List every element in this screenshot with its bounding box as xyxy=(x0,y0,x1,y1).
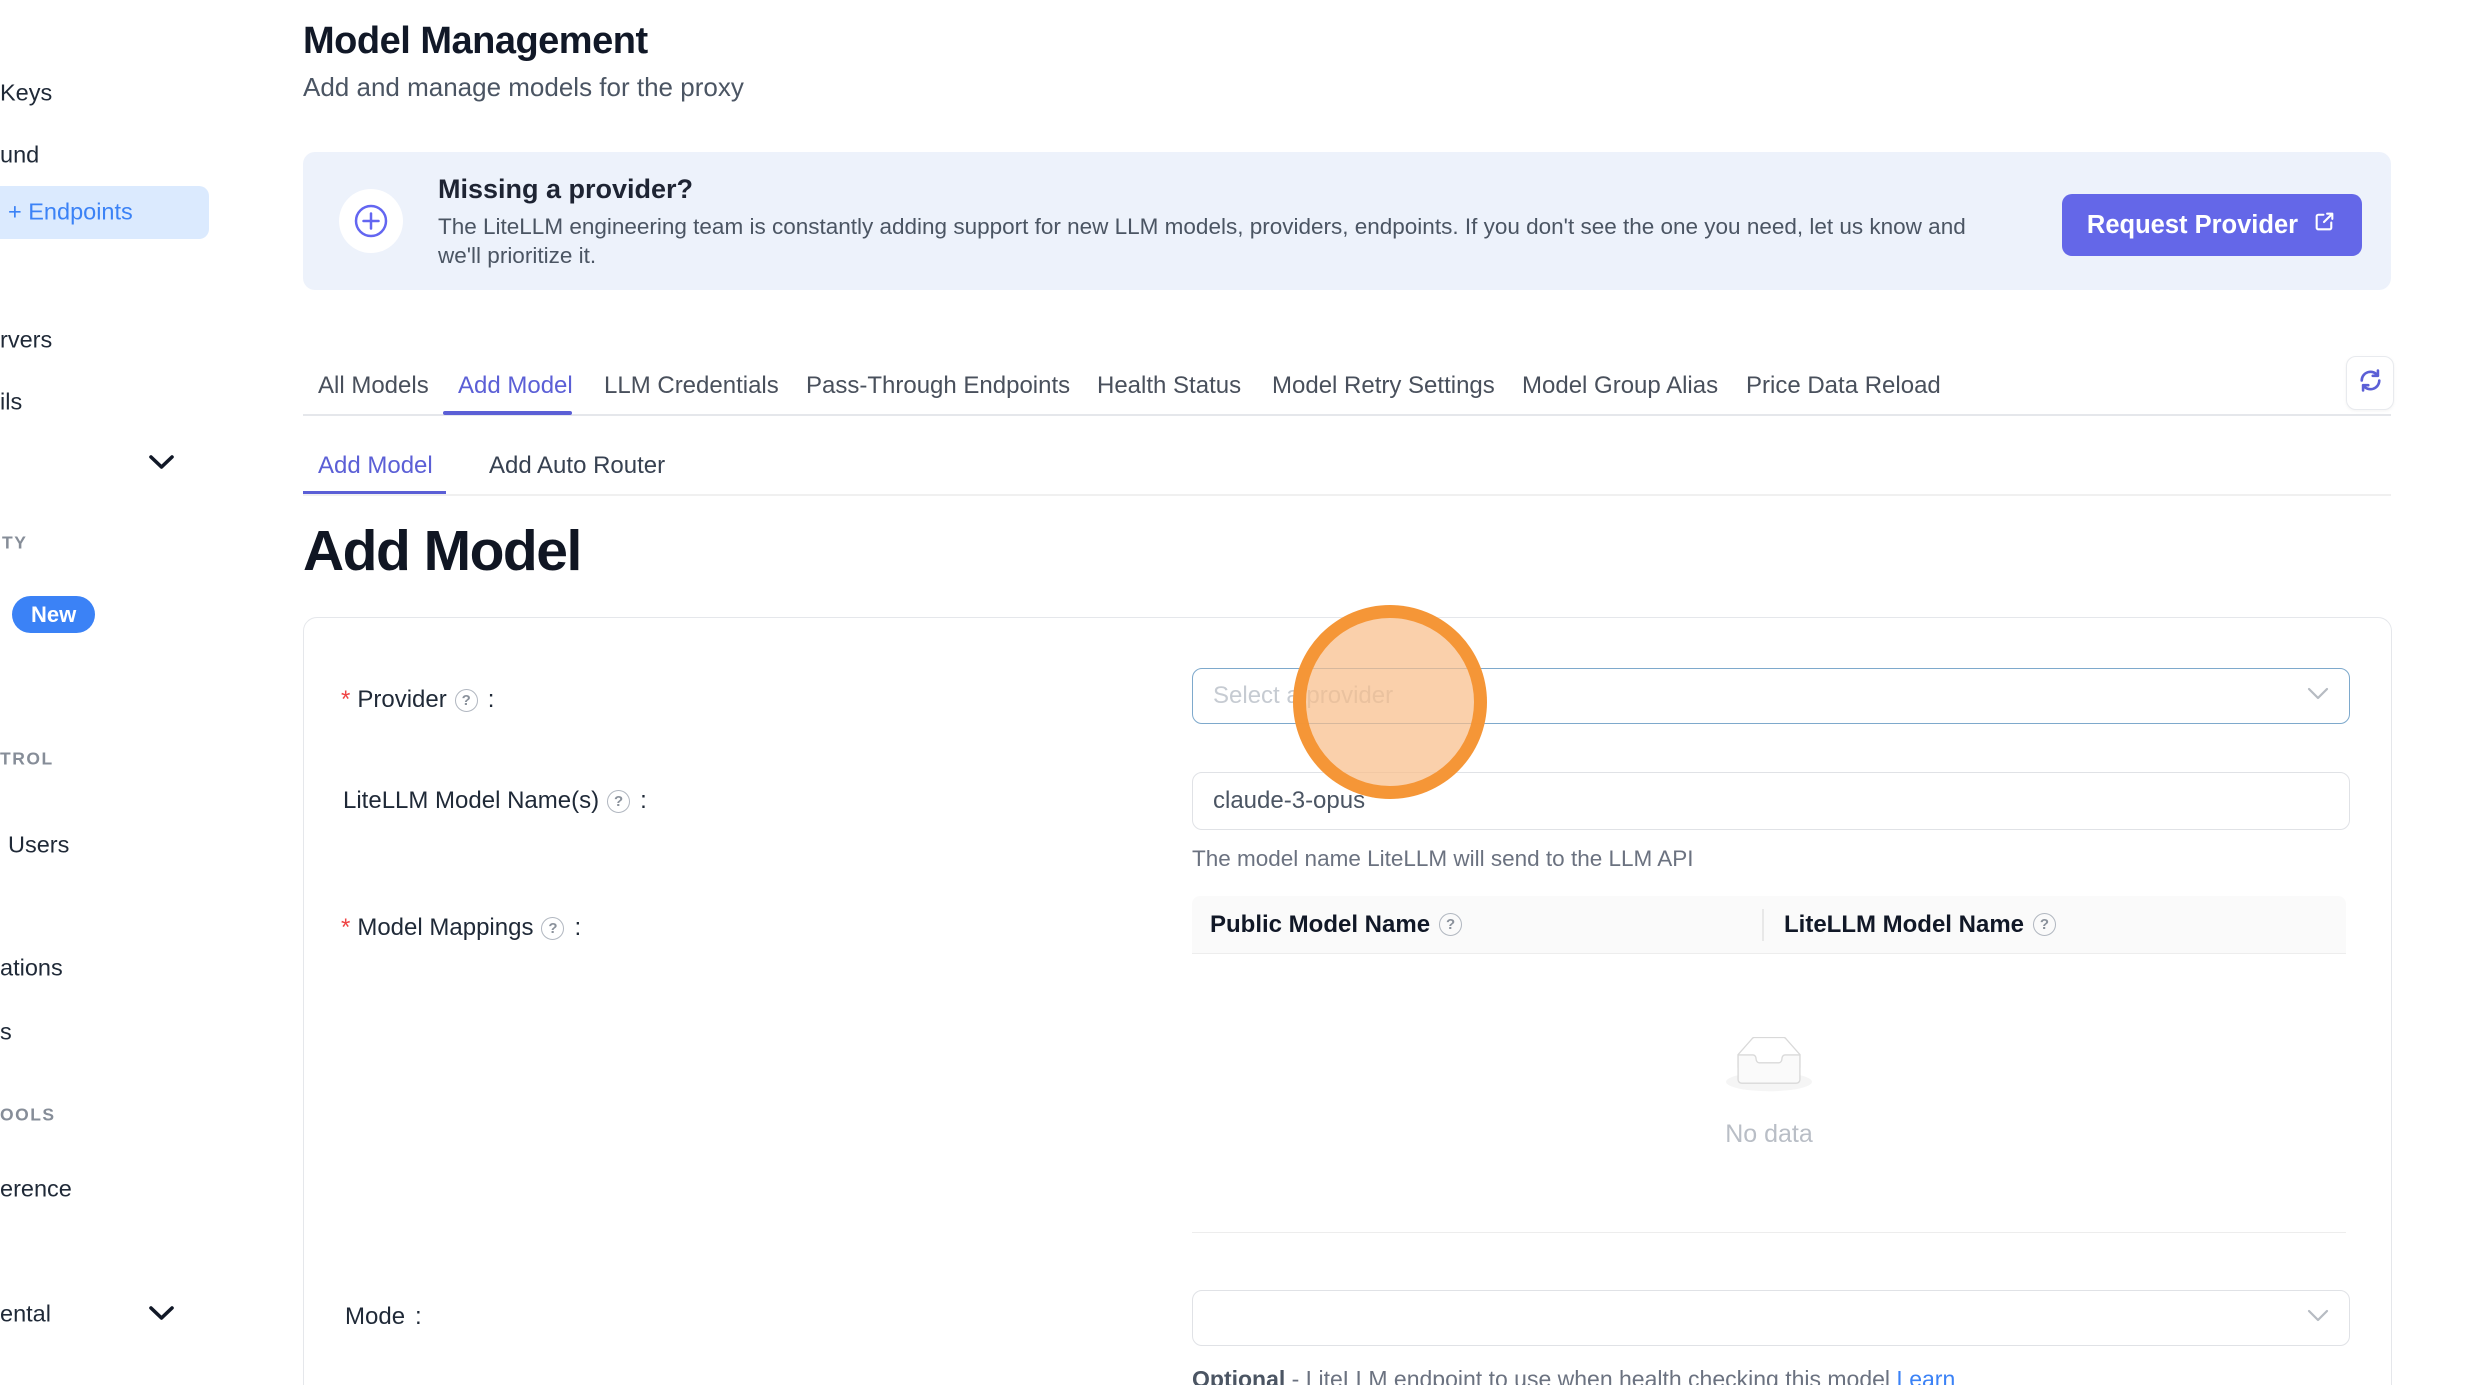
tab-all-models[interactable]: All Models xyxy=(318,372,429,400)
label-colon: : xyxy=(488,686,495,714)
missing-provider-banner: Missing a provider? The LiteLLM engineer… xyxy=(303,152,2391,290)
tab-llm-credentials[interactable]: LLM Credentials xyxy=(604,372,779,400)
chevron-down-icon xyxy=(2307,687,2329,705)
tab-health-status[interactable]: Health Status xyxy=(1097,372,1241,400)
new-badge: New xyxy=(12,596,95,633)
column-divider xyxy=(1762,909,1764,941)
learn-more-link[interactable]: Learn xyxy=(1896,1366,1955,1385)
provider-label-text: Provider xyxy=(357,686,446,714)
help-icon[interactable]: ? xyxy=(607,790,630,813)
chevron-down-icon xyxy=(2307,1309,2329,1327)
help-icon[interactable]: ? xyxy=(1439,913,1462,936)
banner-body-line2: we'll prioritize it. xyxy=(438,241,1966,270)
banner-body-line1: The LiteLLM engineering team is constant… xyxy=(438,212,1966,241)
mappings-table-header: Public Model Name ? LiteLLM Model Name ? xyxy=(1192,896,2346,954)
sidebar-section-access-control: TROL xyxy=(0,749,54,770)
model-name-helper: The model name LiteLLM will send to the … xyxy=(1192,846,1694,872)
subtab-add-auto-router[interactable]: Add Auto Router xyxy=(489,452,665,480)
sidebar-item-models-endpoints[interactable]: + Endpoints xyxy=(8,199,133,226)
model-name-input[interactable] xyxy=(1192,772,2350,830)
tab-model-group-alias[interactable]: Model Group Alias xyxy=(1522,372,1718,400)
request-provider-button[interactable]: Request Provider xyxy=(2062,194,2362,256)
subtabs-divider xyxy=(303,494,2391,496)
tab-pass-through-endpoints[interactable]: Pass-Through Endpoints xyxy=(806,372,1070,400)
tab-model-retry-settings[interactable]: Model Retry Settings xyxy=(1272,372,1495,400)
required-mark: * xyxy=(341,686,350,714)
page-subtitle: Add and manage models for the proxy xyxy=(303,72,744,103)
model-mappings-label-text: Model Mappings xyxy=(357,914,533,942)
tab-price-data-reload[interactable]: Price Data Reload xyxy=(1746,372,1941,400)
label-colon: : xyxy=(415,1303,422,1331)
sync-icon xyxy=(2357,367,2384,399)
column-header-public-model-name: Public Model Name ? xyxy=(1192,911,1762,939)
external-link-icon xyxy=(2312,209,2337,241)
subtab-add-model[interactable]: Add Model xyxy=(318,452,433,480)
tabs-divider xyxy=(303,414,2391,416)
help-icon[interactable]: ? xyxy=(2033,913,2056,936)
request-provider-label: Request Provider xyxy=(2087,211,2298,240)
mode-label-text: Mode xyxy=(345,1303,405,1331)
help-icon[interactable]: ? xyxy=(541,917,564,940)
banner-body: The LiteLLM engineering team is constant… xyxy=(438,212,1966,270)
tab-add-model[interactable]: Add Model xyxy=(458,372,573,400)
mode-label: Mode : xyxy=(345,1303,422,1331)
chevron-down-icon[interactable] xyxy=(148,454,175,476)
help-icon[interactable]: ? xyxy=(455,689,478,712)
sidebar-item-virtual-keys[interactable]: Keys xyxy=(0,80,52,107)
mode-select[interactable] xyxy=(1192,1290,2350,1346)
empty-state: No data xyxy=(1192,954,2346,1233)
sidebar-section-label: TY xyxy=(2,533,27,554)
model-mappings-table: Public Model Name ? LiteLLM Model Name ? xyxy=(1192,896,2346,1233)
sidebar-section-tools: OOLS xyxy=(0,1105,56,1126)
mode-helper: Optional - LiteLLM endpoint to use when … xyxy=(1192,1366,1955,1385)
label-colon: : xyxy=(574,914,581,942)
sidebar-item-api-reference[interactable]: erence xyxy=(0,1176,72,1203)
sidebar-item-organizations[interactable]: ations xyxy=(0,955,63,982)
column-header-litellm-model-name: LiteLLM Model Name ? xyxy=(1762,911,2056,939)
refresh-button[interactable] xyxy=(2346,356,2394,410)
litellm-admin-screen: Keys und + Endpoints rvers ils TY New TR… xyxy=(0,0,2477,1385)
provider-select-placeholder: Select a provider xyxy=(1213,682,1393,710)
sidebar-item-experimental[interactable]: ental xyxy=(0,1301,51,1328)
page-title: Model Management xyxy=(303,20,648,63)
empty-inbox-icon xyxy=(1726,1037,1812,1098)
active-tab-underline xyxy=(443,411,572,415)
plus-circle-icon xyxy=(339,189,403,253)
mode-helper-optional: Optional xyxy=(1192,1366,1285,1385)
required-mark: * xyxy=(341,914,350,942)
sidebar-item-guardrails[interactable]: ils xyxy=(0,389,22,416)
label-colon: : xyxy=(640,787,647,815)
sidebar-item-internal-users[interactable]: Users xyxy=(8,832,69,859)
no-data-text: No data xyxy=(1725,1120,1813,1149)
provider-label: * Provider ? : xyxy=(341,686,494,714)
mode-helper-text: - LiteLLM endpoint to use when health ch… xyxy=(1285,1366,1896,1385)
sidebar-item-teams[interactable]: s xyxy=(0,1019,12,1046)
sidebar-item-playground[interactable]: und xyxy=(0,142,39,169)
public-model-name-text: Public Model Name xyxy=(1210,911,1430,939)
chevron-down-icon[interactable] xyxy=(148,1305,175,1327)
sidebar-item-mcp-servers[interactable]: rvers xyxy=(0,327,52,354)
banner-title: Missing a provider? xyxy=(438,174,693,205)
model-name-label: LiteLLM Model Name(s) ? : xyxy=(343,787,647,815)
model-name-label-text: LiteLLM Model Name(s) xyxy=(343,787,599,815)
add-model-heading: Add Model xyxy=(303,518,581,584)
model-mappings-label: * Model Mappings ? : xyxy=(341,914,581,942)
provider-select[interactable]: Select a provider xyxy=(1192,668,2350,724)
litellm-model-name-text: LiteLLM Model Name xyxy=(1784,911,2024,939)
